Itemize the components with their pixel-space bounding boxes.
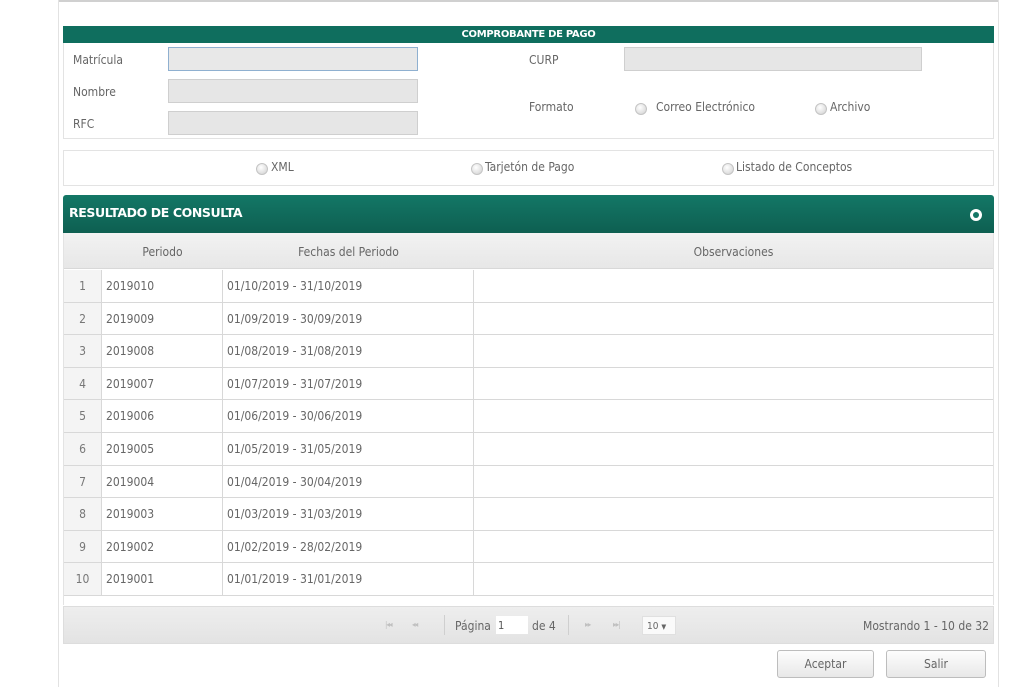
periodo-cell: 2019005: [102, 433, 223, 465]
tarjeton-option-label[interactable]: Tarjetón de Pago: [485, 160, 574, 174]
pagina-label: Página: [455, 619, 491, 633]
resultado-header: RESULTADO DE CONSULTA: [63, 195, 994, 233]
row-number: 5: [64, 400, 102, 432]
periodo-cell: 2019004: [102, 465, 223, 498]
resultado-table: Periodo Fechas del Periodo Observaciones…: [63, 233, 994, 605]
table-row[interactable]: 5 2019006 01/06/2019 - 30/06/2019: [64, 400, 993, 433]
row-number: 10: [64, 563, 102, 595]
column-header-periodo[interactable]: Periodo: [102, 245, 223, 259]
curp-label: CURP: [529, 53, 559, 67]
row-number: 4: [64, 367, 102, 400]
page-total-label: de 4: [532, 619, 556, 633]
periodo-cell: 2019009: [102, 302, 223, 335]
fechas-cell: 01/03/2019 - 31/03/2019: [223, 498, 474, 530]
xml-radio[interactable]: [256, 163, 268, 175]
table-row[interactable]: 7 2019004 01/04/2019 - 30/04/2019: [64, 465, 993, 499]
table-row[interactable]: 2 2019009 01/09/2019 - 30/09/2019: [64, 302, 993, 336]
nombre-field[interactable]: [168, 79, 418, 103]
row-number: 7: [64, 465, 102, 498]
tarjeton-radio[interactable]: [471, 163, 483, 175]
fechas-cell: 01/04/2019 - 30/04/2019: [223, 465, 474, 498]
table-row[interactable]: 10 2019001 01/01/2019 - 31/01/2019: [64, 563, 993, 596]
fechas-cell: 01/09/2019 - 30/09/2019: [223, 302, 474, 335]
rfc-label: RFC: [73, 117, 95, 131]
observaciones-cell: [474, 466, 993, 498]
table-row[interactable]: 4 2019007 01/07/2019 - 31/07/2019: [64, 367, 993, 401]
xml-option-label[interactable]: XML: [271, 160, 294, 174]
column-header-observaciones[interactable]: Observaciones: [474, 245, 993, 259]
table-row[interactable]: 1 2019010 01/10/2019 - 31/10/2019: [64, 270, 993, 303]
aceptar-button[interactable]: Aceptar: [777, 650, 874, 678]
fechas-cell: 01/06/2019 - 30/06/2019: [223, 400, 474, 432]
periodo-cell: 2019006: [102, 400, 223, 432]
correo-radio[interactable]: [635, 103, 647, 115]
archivo-option-label[interactable]: Archivo: [830, 100, 870, 114]
page-size-select[interactable]: 10 ▼: [642, 616, 676, 635]
row-number: 8: [64, 498, 102, 530]
listado-option-label[interactable]: Listado de Conceptos: [736, 160, 852, 174]
resultado-title: RESULTADO DE CONSULTA: [69, 205, 243, 220]
pager: |◂◂ ◂◂ Página de 4 ▸▸ ▸▸| 10 ▼ Mostrando…: [63, 606, 994, 644]
observaciones-cell: [474, 368, 993, 400]
next-page-icon[interactable]: ▸▸: [585, 620, 591, 629]
table-row[interactable]: 9 2019002 01/02/2019 - 28/02/2019: [64, 530, 993, 564]
last-page-icon[interactable]: ▸▸|: [613, 620, 621, 629]
pager-separator: [568, 615, 569, 635]
salir-button[interactable]: Salir: [886, 650, 986, 678]
tipo-options: XML Tarjetón de Pago Listado de Concepto…: [63, 150, 994, 186]
periodo-cell: 2019010: [102, 270, 223, 302]
fechas-cell: 01/01/2019 - 31/01/2019: [223, 563, 474, 595]
collapse-icon[interactable]: [970, 209, 982, 221]
chevron-down-icon: ▼: [661, 623, 667, 631]
page-number-input[interactable]: [496, 616, 528, 634]
rfc-field[interactable]: [168, 111, 418, 135]
periodo-cell: 2019001: [102, 563, 223, 595]
table-header: Periodo Fechas del Periodo Observaciones: [64, 233, 993, 269]
row-number: 3: [64, 335, 102, 367]
table-row[interactable]: 8 2019003 01/03/2019 - 31/03/2019: [64, 498, 993, 531]
observaciones-cell: [474, 270, 993, 302]
row-number: 1: [64, 270, 102, 302]
observaciones-cell: [474, 531, 993, 563]
archivo-radio[interactable]: [815, 103, 827, 115]
page-size-value: 10: [647, 621, 659, 632]
comprobante-header: COMPROBANTE DE PAGO: [63, 26, 994, 43]
nombre-label: Nombre: [73, 85, 116, 99]
fechas-cell: 01/07/2019 - 31/07/2019: [223, 367, 474, 400]
pager-separator: [444, 615, 445, 635]
table-row[interactable]: 3 2019008 01/08/2019 - 31/08/2019: [64, 335, 993, 368]
correo-option-label[interactable]: Correo Electrónico: [656, 100, 755, 114]
curp-field[interactable]: [624, 47, 922, 71]
row-number: 2: [64, 302, 102, 335]
fechas-cell: 01/08/2019 - 31/08/2019: [223, 335, 474, 367]
matricula-field[interactable]: [168, 47, 418, 71]
observaciones-cell: [474, 335, 993, 367]
first-page-icon[interactable]: |◂◂: [385, 620, 393, 629]
observaciones-cell: [474, 498, 993, 530]
prev-page-icon[interactable]: ◂◂: [412, 620, 418, 629]
observaciones-cell: [474, 400, 993, 432]
comprobante-form: Matrícula Nombre RFC CURP Formato Correo…: [63, 43, 994, 139]
observaciones-cell: [474, 433, 993, 465]
listado-radio[interactable]: [722, 163, 734, 175]
formato-label: Formato: [529, 100, 574, 114]
fechas-cell: 01/02/2019 - 28/02/2019: [223, 530, 474, 563]
periodo-cell: 2019007: [102, 367, 223, 400]
fechas-cell: 01/10/2019 - 31/10/2019: [223, 270, 474, 302]
periodo-cell: 2019008: [102, 335, 223, 367]
record-count: Mostrando 1 - 10 de 32: [863, 619, 989, 633]
periodo-cell: 2019002: [102, 530, 223, 563]
row-number: 9: [64, 530, 102, 563]
matricula-label: Matrícula: [73, 53, 123, 67]
fechas-cell: 01/05/2019 - 31/05/2019: [223, 433, 474, 465]
row-number: 6: [64, 433, 102, 465]
table-row[interactable]: 6 2019005 01/05/2019 - 31/05/2019: [64, 433, 993, 466]
periodo-cell: 2019003: [102, 498, 223, 530]
column-header-fechas[interactable]: Fechas del Periodo: [223, 245, 474, 259]
observaciones-cell: [474, 303, 993, 335]
observaciones-cell: [474, 563, 993, 595]
